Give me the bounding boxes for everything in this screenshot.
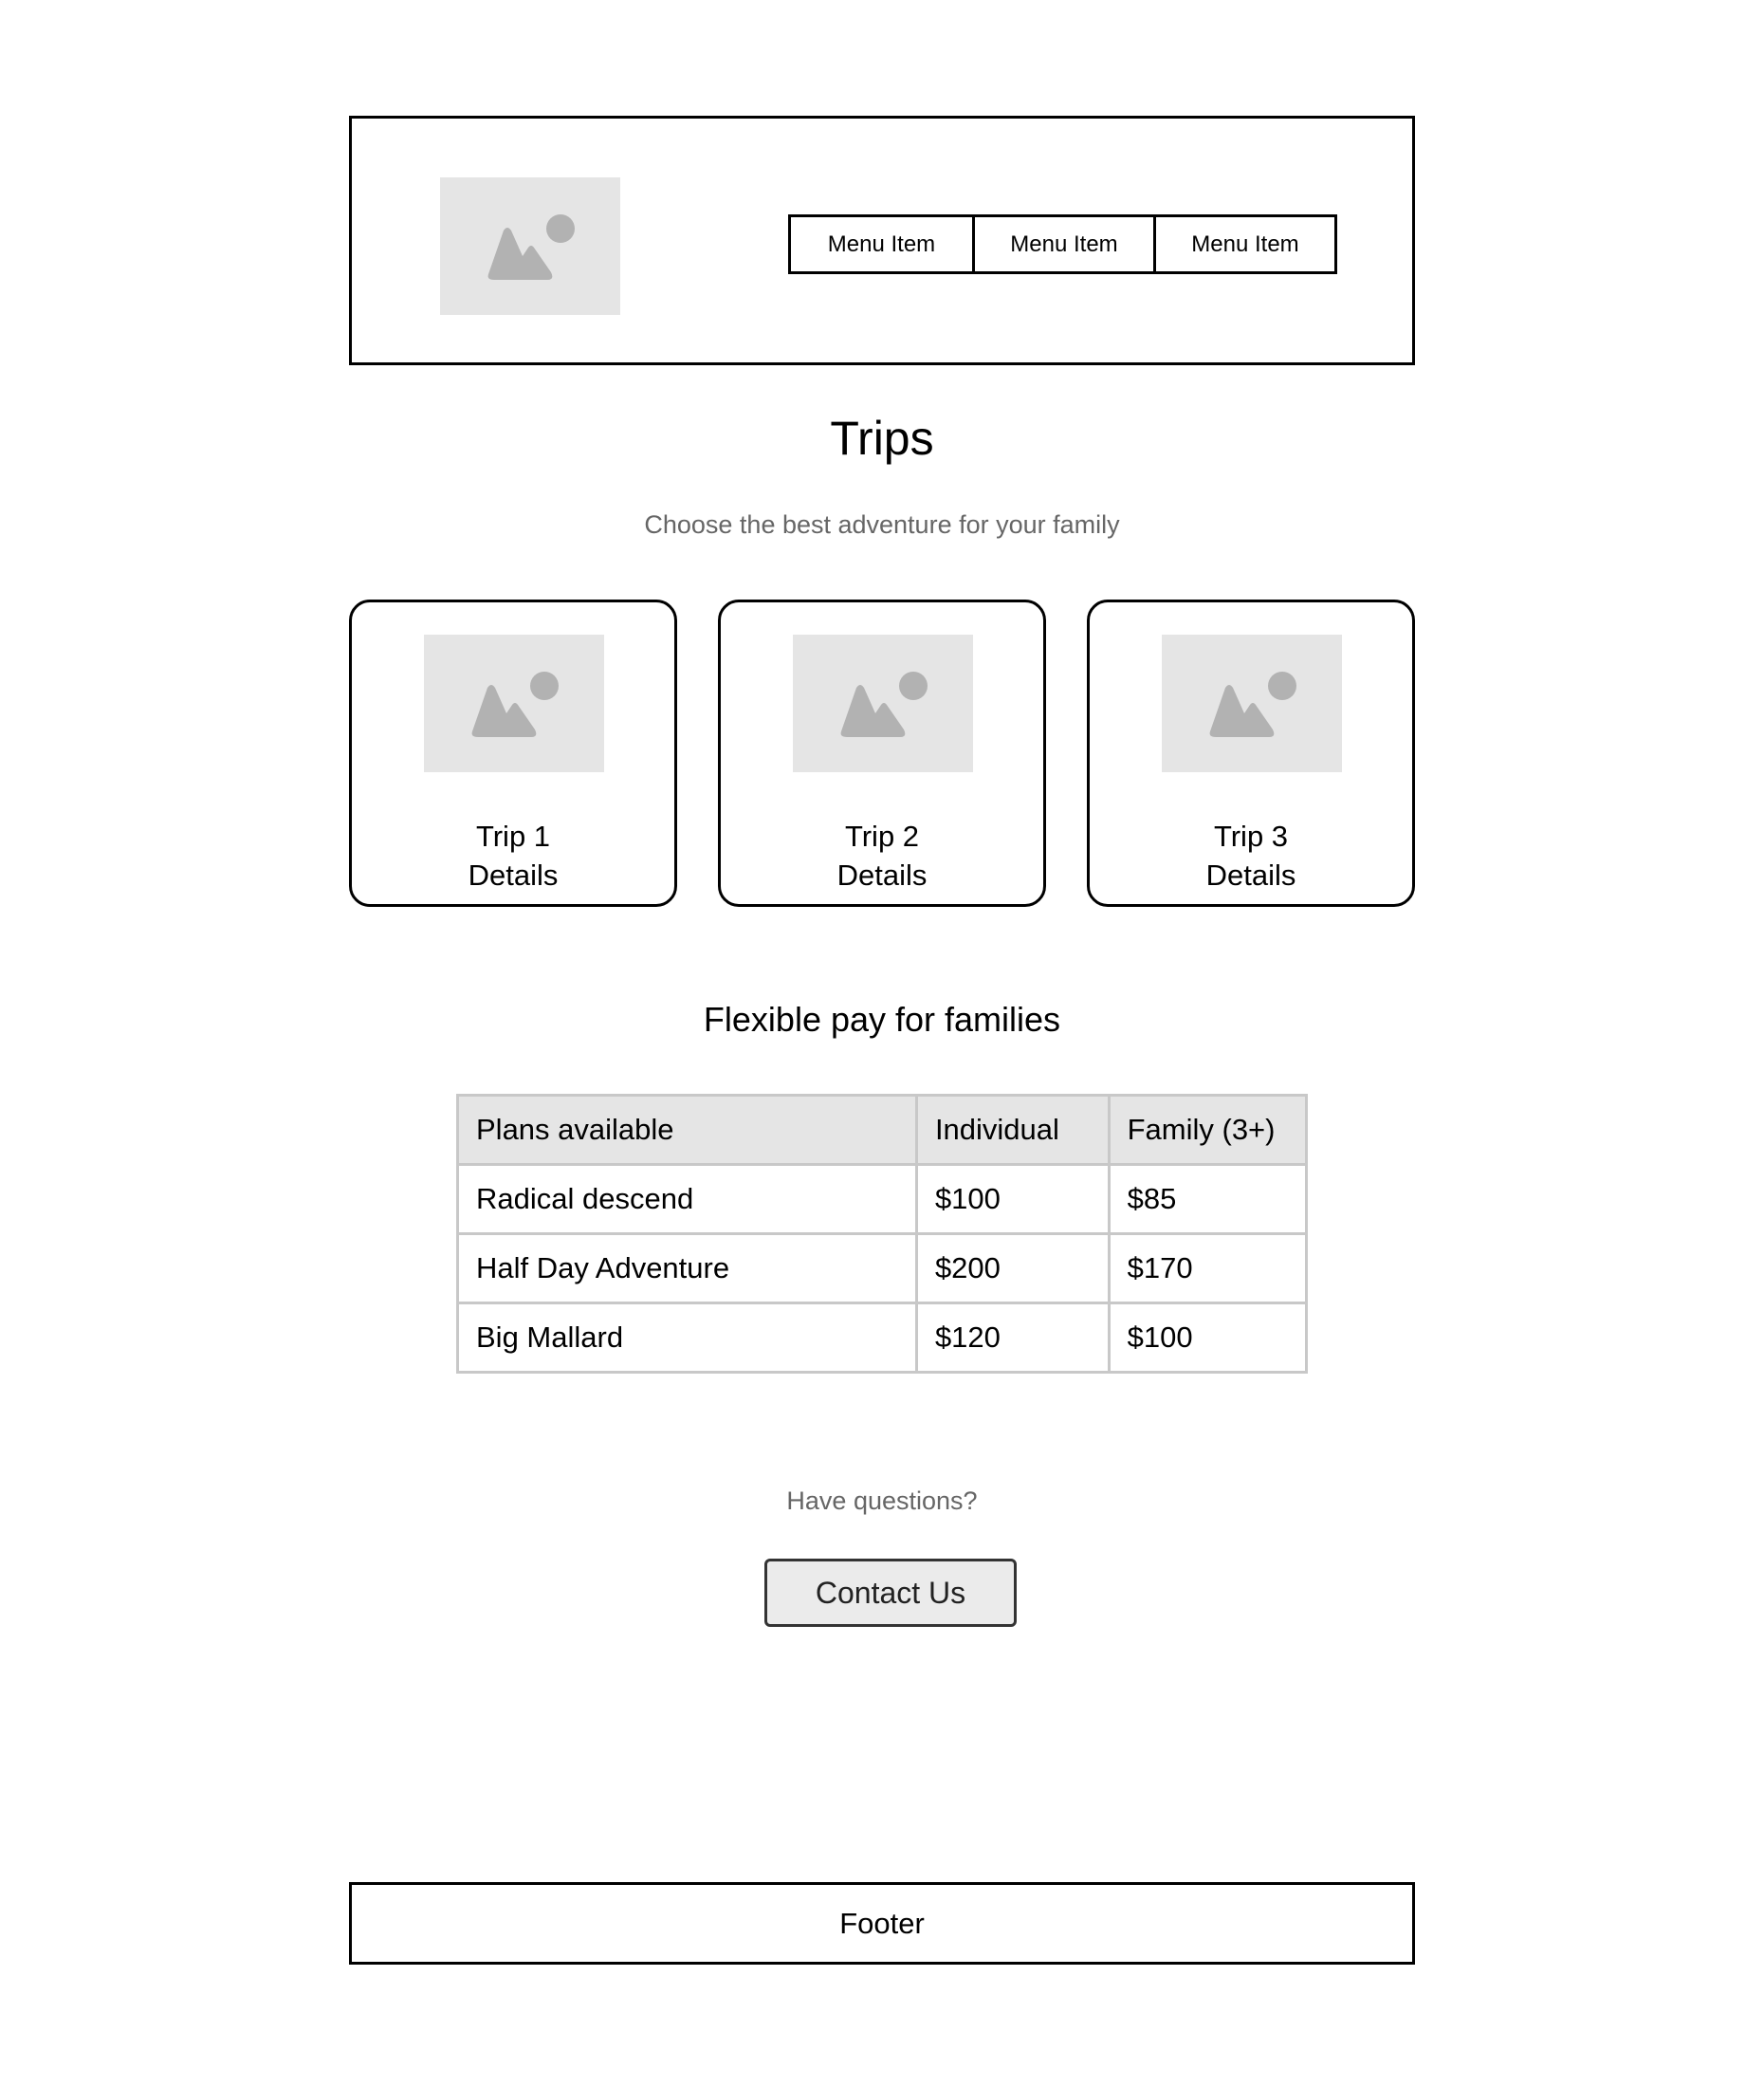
logo-image[interactable] [440, 177, 620, 315]
page-subtitle: Choose the best adventure for your famil… [644, 510, 1120, 539]
site-footer: Footer [349, 1882, 1415, 1965]
main-menu: Menu Item Menu Item Menu Item [788, 214, 1337, 274]
column-header-individual: Individual [914, 1094, 1111, 1166]
site-header: Menu Item Menu Item Menu Item [349, 116, 1415, 365]
image-placeholder-icon [487, 213, 575, 280]
contact-us-button[interactable]: Contact Us [764, 1559, 1017, 1627]
trip-card-2[interactable]: Trip 2 Details [718, 600, 1046, 907]
plan-name: Radical descend [456, 1163, 918, 1235]
family-price: $85 [1107, 1163, 1309, 1235]
trip-image [1162, 635, 1342, 772]
family-price: $170 [1107, 1232, 1309, 1304]
pricing-title: Flexible pay for families [703, 1000, 1061, 1039]
trip-details-link[interactable]: Details [352, 856, 674, 895]
page-title: Trips [830, 412, 934, 465]
trip-card-text: Trip 3 Details [1090, 817, 1412, 895]
trip-card-1[interactable]: Trip 1 Details [349, 600, 677, 907]
image-placeholder-icon [471, 671, 559, 737]
questions-text: Have questions? [786, 1487, 978, 1515]
trip-name: Trip 1 [475, 820, 551, 853]
family-price: $100 [1107, 1302, 1309, 1374]
image-placeholder-icon [1209, 671, 1296, 737]
trip-card-text: Trip 2 Details [721, 817, 1043, 895]
menu-item-3[interactable]: Menu Item [1153, 217, 1334, 271]
trip-image [793, 635, 973, 772]
table-row: Half Day Adventure $200 $170 [456, 1232, 1309, 1304]
individual-price: $120 [914, 1302, 1111, 1374]
table-row: Big Mallard $120 $100 [456, 1302, 1309, 1374]
trip-image [424, 635, 604, 772]
menu-item-2[interactable]: Menu Item [972, 217, 1153, 271]
trip-card-text: Trip 1 Details [352, 817, 674, 895]
individual-price: $200 [914, 1232, 1111, 1304]
trip-details-link[interactable]: Details [721, 856, 1043, 895]
trip-name: Trip 2 [844, 820, 920, 853]
image-placeholder-icon [840, 671, 928, 737]
trip-card-3[interactable]: Trip 3 Details [1087, 600, 1415, 907]
plan-name: Half Day Adventure [456, 1232, 918, 1304]
trip-details-link[interactable]: Details [1090, 856, 1412, 895]
column-header-plan: Plans available [456, 1094, 918, 1166]
column-header-family: Family (3+) [1107, 1094, 1309, 1166]
table-header-row: Plans available Individual Family (3+) [456, 1094, 1309, 1166]
trip-name: Trip 3 [1213, 820, 1289, 853]
plan-name: Big Mallard [456, 1302, 918, 1374]
individual-price: $100 [914, 1163, 1111, 1235]
table-row: Radical descend $100 $85 [456, 1163, 1309, 1235]
menu-item-1[interactable]: Menu Item [791, 217, 972, 271]
pricing-table: Plans available Individual Family (3+) R… [456, 1094, 1309, 1374]
